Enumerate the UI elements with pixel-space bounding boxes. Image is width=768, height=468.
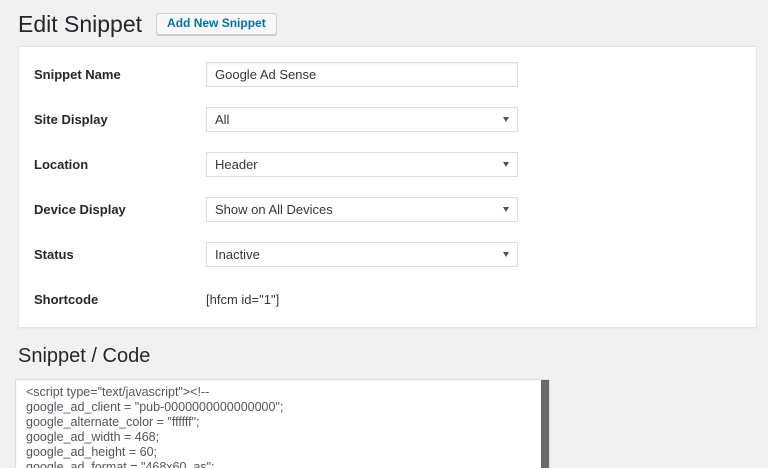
status-label: Status: [34, 247, 206, 262]
device-display-label: Device Display: [34, 202, 206, 217]
snippet-form-panel: Snippet Name Site Display All Location: [18, 46, 757, 328]
page-header: Edit Snippet Add New Snippet: [18, 9, 757, 39]
status-select[interactable]: Inactive: [206, 242, 518, 267]
location-label: Location: [34, 157, 206, 172]
form-row-shortcode: Shortcode [hfcm id="1"]: [19, 277, 756, 322]
status-field-wrap: Inactive: [206, 242, 518, 267]
add-new-snippet-button[interactable]: Add New Snippet: [156, 13, 277, 35]
shortcode-field-wrap: [hfcm id="1"]: [206, 291, 518, 309]
snippet-code-heading: Snippet / Code: [18, 344, 757, 368]
site-display-label: Site Display: [34, 112, 206, 127]
shortcode-value: [hfcm id="1"]: [206, 292, 279, 307]
shortcode-label: Shortcode: [34, 292, 206, 307]
snippet-name-label: Snippet Name: [34, 67, 206, 82]
site-display-field-wrap: All: [206, 107, 518, 132]
device-display-select[interactable]: Show on All Devices: [206, 197, 518, 222]
form-row-status: Status Inactive: [19, 232, 756, 277]
snippet-code-editor[interactable]: <script type="text/javascript"><!-- goog…: [15, 379, 550, 468]
site-display-select[interactable]: All: [206, 107, 518, 132]
page-title: Edit Snippet: [18, 9, 142, 39]
snippet-name-input[interactable]: [206, 62, 518, 87]
form-row-snippet-name: Snippet Name: [19, 52, 756, 97]
location-select[interactable]: Header: [206, 152, 518, 177]
snippet-name-field-wrap: [206, 62, 518, 87]
form-row-device-display: Device Display Show on All Devices: [19, 187, 756, 232]
snippet-code-text[interactable]: <script type="text/javascript"><!-- goog…: [16, 380, 549, 468]
form-row-location: Location Header: [19, 142, 756, 187]
location-field-wrap: Header: [206, 152, 518, 177]
edit-snippet-page: Edit Snippet Add New Snippet Snippet Nam…: [0, 0, 768, 468]
vertical-scrollbar[interactable]: [541, 380, 549, 468]
device-display-field-wrap: Show on All Devices: [206, 197, 518, 222]
form-row-site-display: Site Display All: [19, 97, 756, 142]
